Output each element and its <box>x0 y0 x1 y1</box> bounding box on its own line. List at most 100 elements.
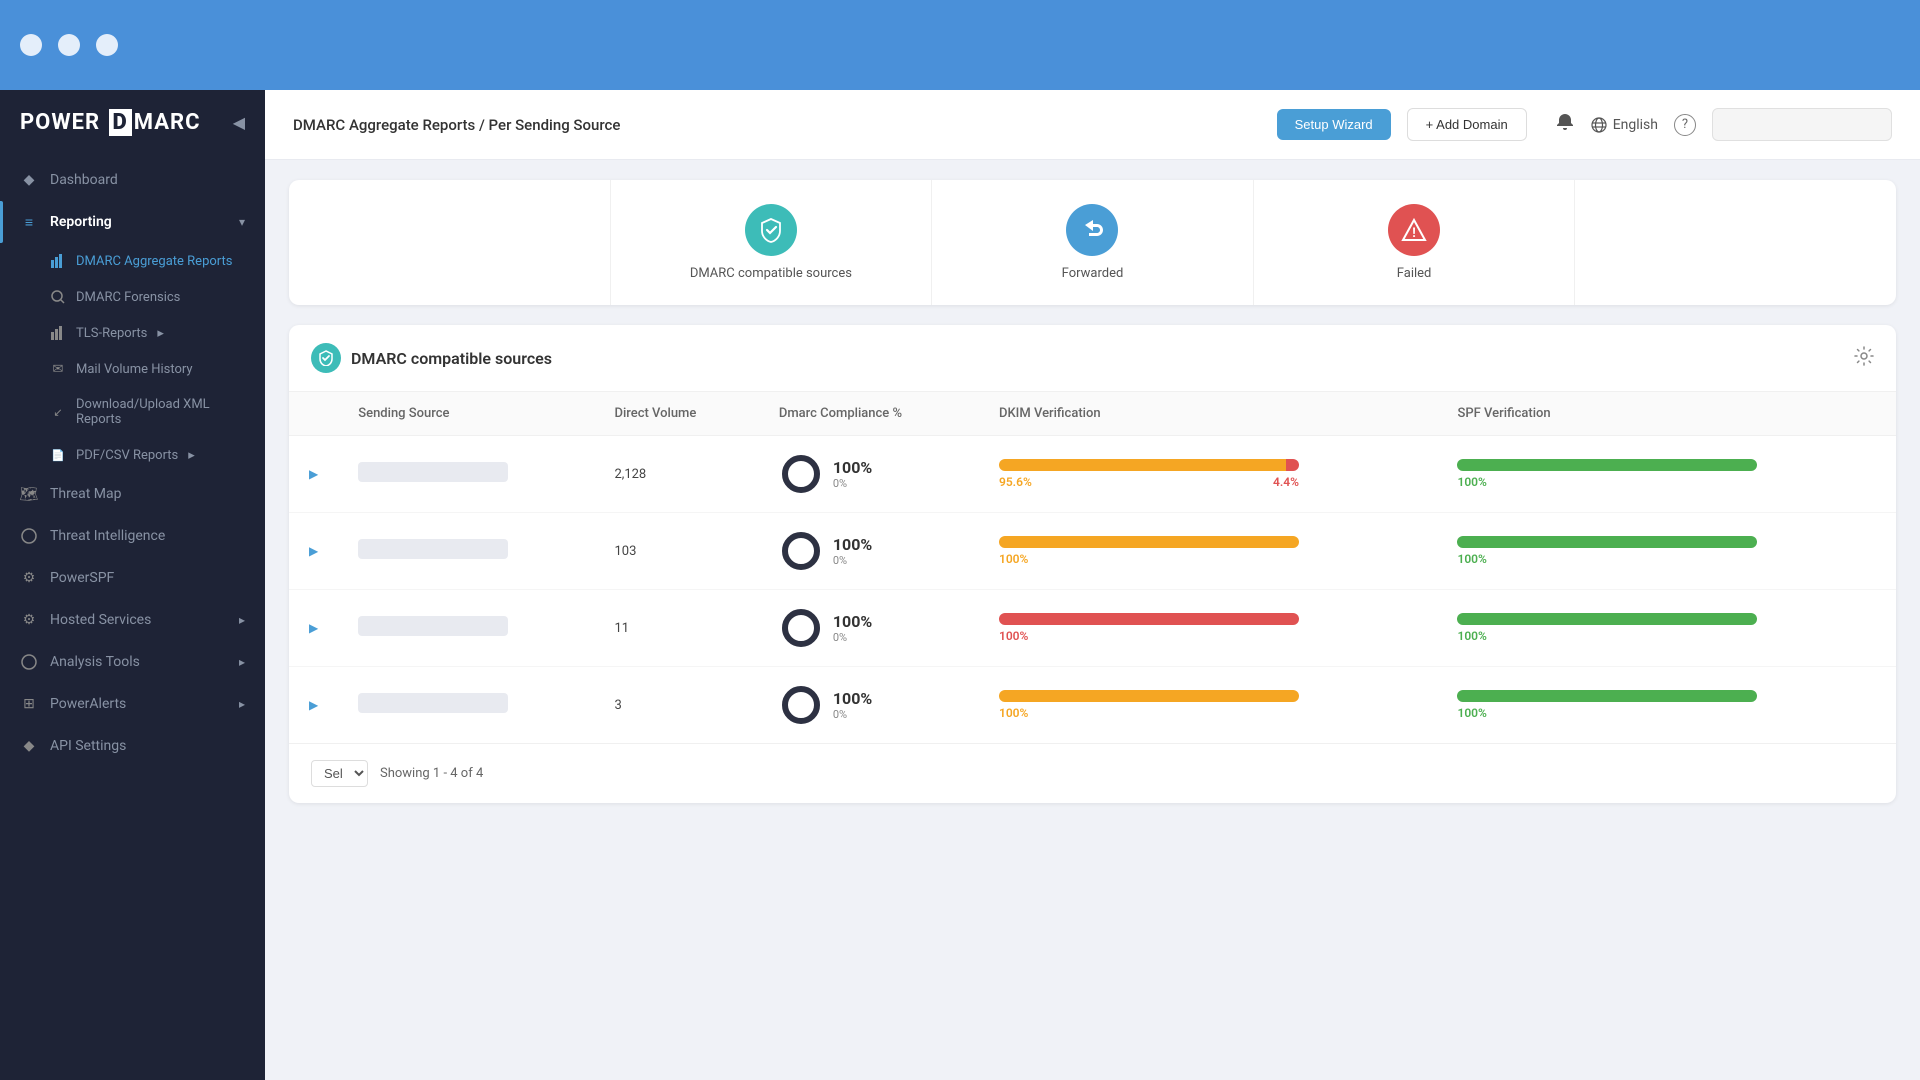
spf-bar: 100% <box>1457 536 1876 567</box>
sidebar-item-dmarc-forensics[interactable]: DMARC Forensics <box>0 279 265 315</box>
add-domain-button[interactable]: + Add Domain <box>1407 108 1527 141</box>
table-row: ▶11 100% 0% 100% 100% <box>289 590 1896 667</box>
compliance-cell: 100% 0% <box>759 436 979 513</box>
dkim-orange-label: 95.6% <box>999 475 1032 489</box>
dkim-red-segment <box>999 613 1299 625</box>
dkim-orange-label: 100% <box>999 552 1028 566</box>
hosted-arrow-icon: ▸ <box>239 613 245 627</box>
table-row: ▶103 100% 0% 100% 100% <box>289 513 1896 590</box>
hosted-icon: ⚙ <box>20 611 38 629</box>
compliance-pct: 100% <box>833 458 872 477</box>
notification-bell-icon[interactable] <box>1555 112 1575 137</box>
source-name <box>358 693 508 713</box>
source-name <box>358 539 508 559</box>
donut-labels: 100% 0% <box>833 689 872 721</box>
dmarc-aggregate-label: DMARC Aggregate Reports <box>76 254 232 269</box>
summary-card-forwarded[interactable]: Forwarded <box>932 180 1254 305</box>
forwarded-icon <box>1066 204 1118 256</box>
sidebar-item-analysis-tools-label: Analysis Tools <box>50 654 140 670</box>
spf-bar: 100% <box>1457 690 1876 721</box>
active-indicator <box>0 201 3 243</box>
sidebar-item-tls-reports[interactable]: TLS-Reports ▸ <box>0 315 265 351</box>
dmarc-forensics-label: DMARC Forensics <box>76 290 180 305</box>
source-name <box>358 462 508 482</box>
sidebar-item-threat-intelligence[interactable]: Threat Intelligence <box>0 515 265 557</box>
bar-chart-icon <box>50 253 66 269</box>
summary-cards: DMARC compatible sources Forwarded ! Fai… <box>289 180 1896 305</box>
sidebar-item-power-spf[interactable]: ⚙ PowerSPF <box>0 557 265 599</box>
direct-volume-cell: 11 <box>594 590 758 667</box>
pagination-info: Showing 1 - 4 of 4 <box>380 766 483 781</box>
help-icon[interactable]: ? <box>1674 114 1696 136</box>
row-expand-button[interactable]: ▶ <box>309 544 318 558</box>
sidebar-item-reporting[interactable]: ≡ Reporting ▾ <box>0 201 265 243</box>
donut-chart <box>779 452 823 496</box>
dkim-bar: 100% <box>999 536 1418 566</box>
donut-labels: 100% 0% <box>833 612 872 644</box>
rows-per-page-select[interactable]: Sel 10 25 50 <box>311 760 368 787</box>
pdf-csv-label: PDF/CSV Reports <box>76 448 178 463</box>
summary-card-failed[interactable]: ! Failed <box>1254 180 1576 305</box>
breadcrumb: DMARC Aggregate Reports / Per Sending So… <box>293 116 1261 134</box>
sidebar-item-hosted-services-label: Hosted Services <box>50 612 151 628</box>
sidebar-item-pdf-csv[interactable]: 📄 PDF/CSV Reports ▸ <box>0 437 265 473</box>
sidebar-item-reporting-label: Reporting <box>50 214 112 230</box>
svg-text:!: ! <box>1412 226 1416 241</box>
donut-labels: 100% 0% <box>833 458 872 490</box>
col-sending-source: Sending Source <box>338 392 594 436</box>
search-input[interactable] <box>1712 108 1892 141</box>
dkim-red-segment <box>1286 459 1299 471</box>
dmarc-compatible-icon <box>745 204 797 256</box>
dot-3 <box>96 34 118 56</box>
sidebar-item-analysis-tools[interactable]: Analysis Tools ▸ <box>0 641 265 683</box>
sidebar-item-api-settings[interactable]: ◆ API Settings <box>0 725 265 767</box>
titlebar <box>0 0 1920 90</box>
sidebar-item-power-alerts[interactable]: ⊞ PowerAlerts ▸ <box>0 683 265 725</box>
summary-card-dmarc-compatible[interactable]: DMARC compatible sources <box>611 180 933 305</box>
spf-green-bar <box>1457 613 1757 625</box>
spf-cell: 100% <box>1437 513 1896 590</box>
table-header-row: DMARC compatible sources <box>289 325 1896 392</box>
dmarc-compatible-label: DMARC compatible sources <box>690 266 852 281</box>
tls-icon <box>50 325 66 341</box>
spf-green-bar <box>1457 536 1757 548</box>
download-xml-label: Download/Upload XML Reports <box>76 397 245 427</box>
data-table: Sending Source Direct Volume Dmarc Compl… <box>289 392 1896 743</box>
col-direct-volume: Direct Volume <box>594 392 758 436</box>
dkim-red-label: 100% <box>999 629 1028 643</box>
dkim-bar: 95.6% 4.4% <box>999 459 1418 489</box>
sidebar-item-download-xml[interactable]: ↙ Download/Upload XML Reports <box>0 387 265 437</box>
compliance-cell: 100% 0% <box>759 513 979 590</box>
compliance-cell: 100% 0% <box>759 590 979 667</box>
compliance-sub: 0% <box>833 554 872 567</box>
sidebar-collapse-button[interactable]: ◀ <box>233 113 245 132</box>
sidebar-item-dashboard[interactable]: ◆ Dashboard <box>0 159 265 201</box>
donut-chart <box>779 683 823 727</box>
pdf-arrow-icon: ▸ <box>188 448 195 463</box>
table-section: DMARC compatible sources Sending Source … <box>289 325 1896 803</box>
sidebar-item-dashboard-label: Dashboard <box>50 172 118 188</box>
language-selector[interactable]: English <box>1591 117 1658 133</box>
sidebar-item-mail-volume[interactable]: ✉ Mail Volume History <box>0 351 265 387</box>
tls-arrow-icon: ▸ <box>157 326 164 341</box>
sidebar-item-power-alerts-label: PowerAlerts <box>50 696 126 712</box>
dot-1 <box>20 34 42 56</box>
donut-chart <box>779 529 823 573</box>
sidebar-item-threat-map[interactable]: 🗺 Threat Map <box>0 473 265 515</box>
table-footer: Sel 10 25 50 Showing 1 - 4 of 4 <box>289 743 1896 803</box>
analysis-arrow-icon: ▸ <box>239 655 245 669</box>
row-expand-button[interactable]: ▶ <box>309 467 318 481</box>
sidebar-item-dmarc-aggregate[interactable]: DMARC Aggregate Reports <box>0 243 265 279</box>
spf-icon: ⚙ <box>20 569 38 587</box>
row-expand-button[interactable]: ▶ <box>309 698 318 712</box>
dot-2 <box>58 34 80 56</box>
row-expand-button[interactable]: ▶ <box>309 621 318 635</box>
compliance-sub: 0% <box>833 477 872 490</box>
col-dmarc-compliance: Dmarc Compliance % <box>759 392 979 436</box>
setup-wizard-button[interactable]: Setup Wizard <box>1277 109 1391 140</box>
sidebar-item-api-settings-label: API Settings <box>50 738 126 754</box>
sidebar-item-hosted-services[interactable]: ⚙ Hosted Services ▸ <box>0 599 265 641</box>
sidebar-item-threat-map-label: Threat Map <box>50 486 121 502</box>
table-settings-icon[interactable] <box>1854 346 1874 371</box>
table-section-title: DMARC compatible sources <box>351 349 552 368</box>
